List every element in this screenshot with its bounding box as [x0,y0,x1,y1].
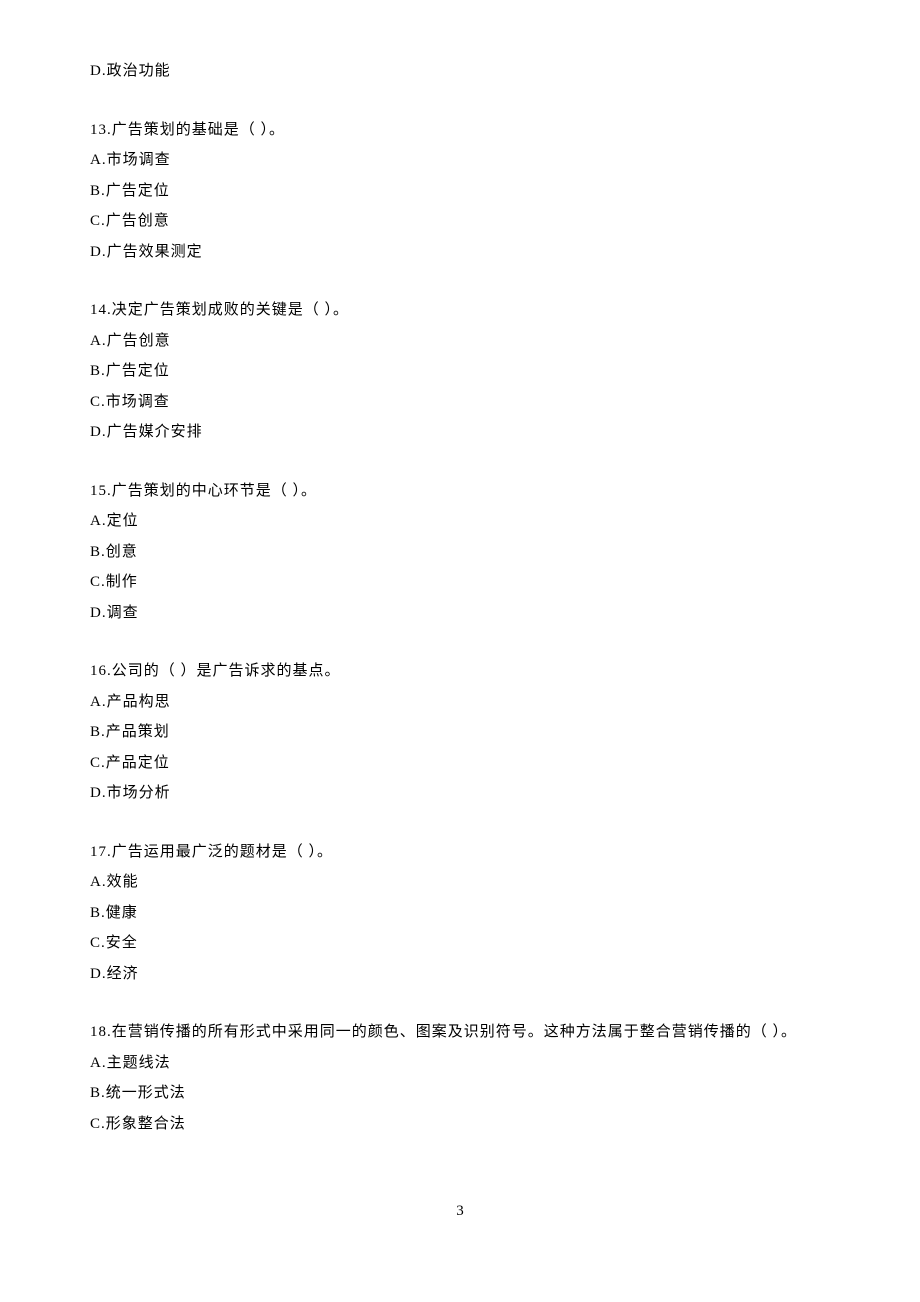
question-18: 18.在营销传播的所有形式中采用同一的颜色、图案及识别符号。这种方法属于整合营销… [90,1021,830,1135]
option-d: D.调查 [90,602,830,625]
option-c: C.形象整合法 [90,1113,830,1136]
option-d: D.广告效果测定 [90,241,830,264]
question-17: 17.广告运用最广泛的题材是（ ）。 A.效能 B.健康 C.安全 D.经济 [90,841,830,986]
question-stem: 13.广告策划的基础是（ ）。 [90,119,830,142]
option-c: C.产品定位 [90,752,830,775]
option-b: B.广告定位 [90,360,830,383]
option-d: D.市场分析 [90,782,830,805]
option-c: C.广告创意 [90,210,830,233]
option-text: D.政治功能 [90,60,830,83]
option-b: B.产品策划 [90,721,830,744]
question-stem: 16.公司的（ ）是广告诉求的基点。 [90,660,830,683]
question-15: 15.广告策划的中心环节是（ ）。 A.定位 B.创意 C.制作 D.调查 [90,480,830,625]
page-number: 3 [0,1200,920,1223]
question-stem: 14.决定广告策划成败的关键是（ ）。 [90,299,830,322]
option-c: C.安全 [90,932,830,955]
question-stem: 18.在营销传播的所有形式中采用同一的颜色、图案及识别符号。这种方法属于整合营销… [90,1021,830,1044]
orphan-option-block: D.政治功能 [90,60,830,83]
question-13: 13.广告策划的基础是（ ）。 A.市场调查 B.广告定位 C.广告创意 D.广… [90,119,830,264]
option-d: D.广告媒介安排 [90,421,830,444]
question-stem: 15.广告策划的中心环节是（ ）。 [90,480,830,503]
option-b: B.统一形式法 [90,1082,830,1105]
option-d: D.经济 [90,963,830,986]
option-a: A.广告创意 [90,330,830,353]
option-b: B.健康 [90,902,830,925]
option-a: A.产品构思 [90,691,830,714]
option-c: C.制作 [90,571,830,594]
question-14: 14.决定广告策划成败的关键是（ ）。 A.广告创意 B.广告定位 C.市场调查… [90,299,830,444]
option-b: B.创意 [90,541,830,564]
option-b: B.广告定位 [90,180,830,203]
option-a: A.主题线法 [90,1052,830,1075]
option-c: C.市场调查 [90,391,830,414]
question-16: 16.公司的（ ）是广告诉求的基点。 A.产品构思 B.产品策划 C.产品定位 … [90,660,830,805]
option-a: A.定位 [90,510,830,533]
question-stem: 17.广告运用最广泛的题材是（ ）。 [90,841,830,864]
option-a: A.市场调查 [90,149,830,172]
option-a: A.效能 [90,871,830,894]
